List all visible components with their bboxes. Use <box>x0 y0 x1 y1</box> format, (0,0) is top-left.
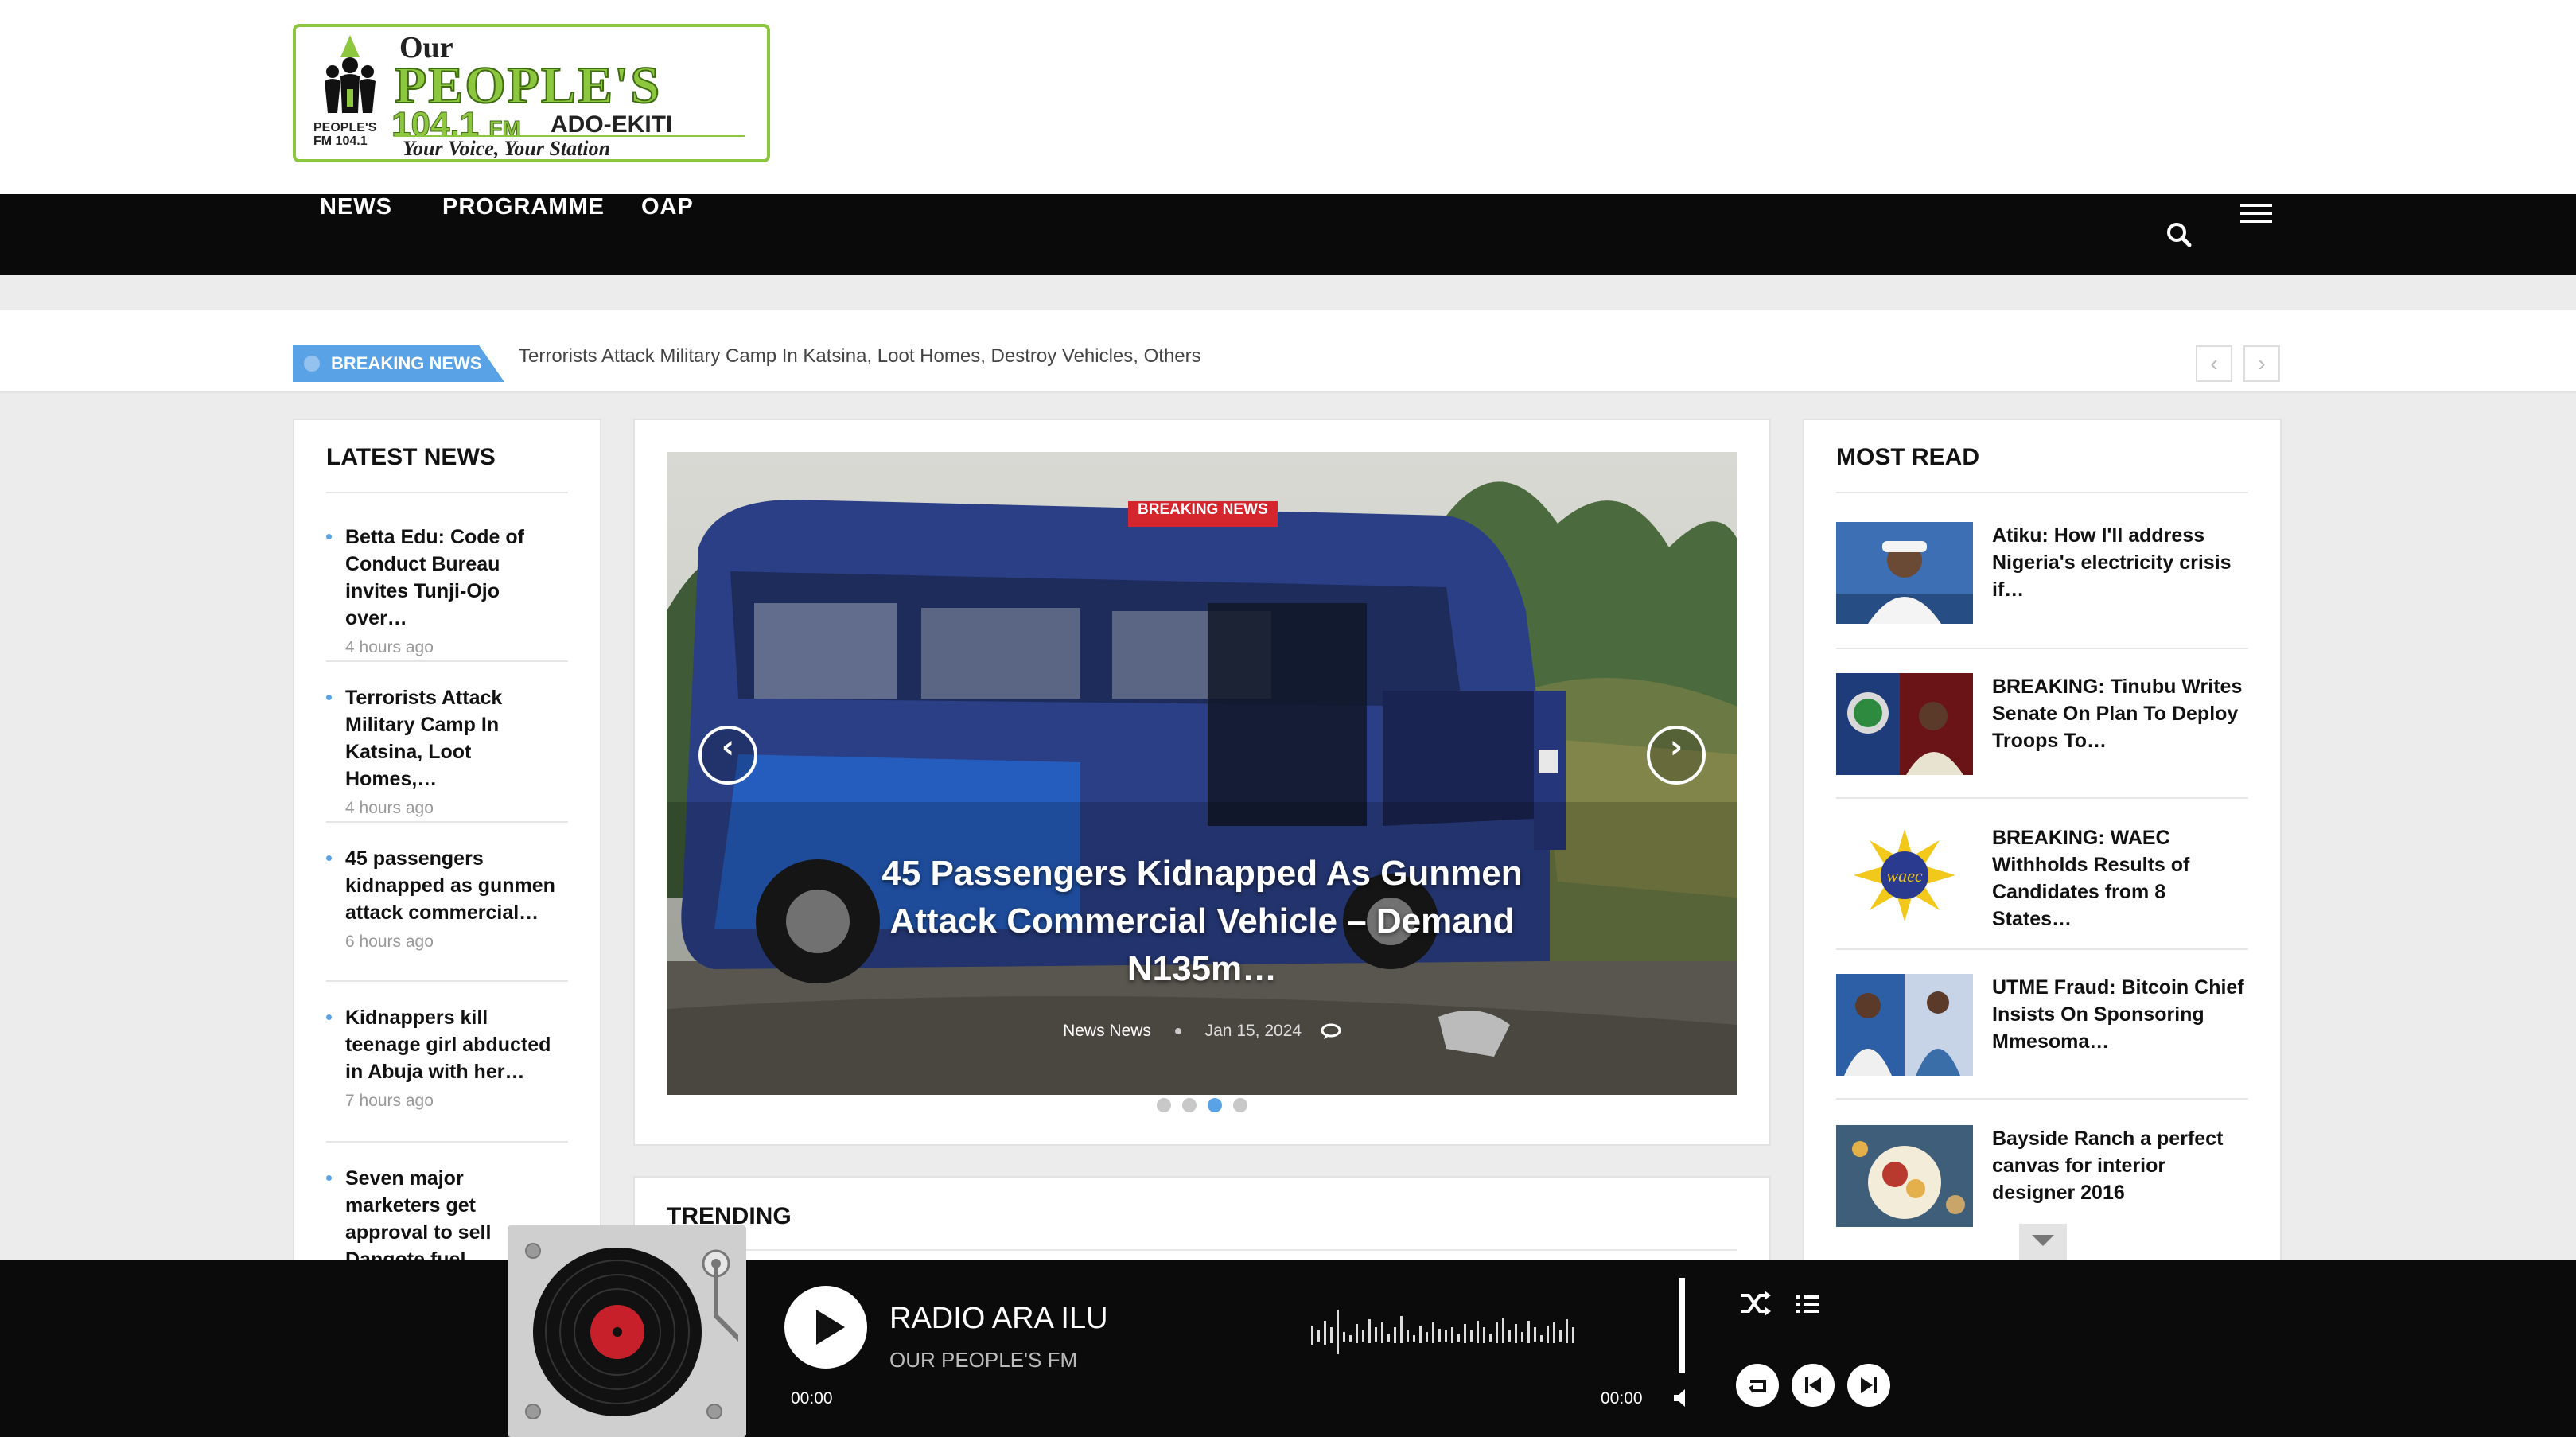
news-title[interactable]: Kidnappers kill teenage girl abducted in… <box>326 1004 557 1085</box>
logo-mini-brand: PEOPLE'S FM 104.1 <box>313 121 377 148</box>
station-title: RADIO ARA ILU <box>889 1302 1108 1335</box>
most-read-thumbnail[interactable] <box>1836 974 1973 1076</box>
site-logo[interactable]: Our PEOPLE'S 104.1 FM ADO-EKITI Your Voi… <box>293 24 770 162</box>
slide-author[interactable]: News News <box>1063 1022 1151 1040</box>
news-time: 4 hours ago <box>345 799 434 817</box>
most-read-thumbnail[interactable]: waec <box>1836 824 1973 926</box>
thumb-tinubu <box>1836 673 1973 775</box>
most-read-title-link[interactable]: BREAKING: Tinubu Writes Senate On Plan T… <box>1992 673 2247 754</box>
most-read-panel: MOST READ Atiku: How I'll address Nigeri… <box>1803 419 2282 1278</box>
nav-item-programme[interactable]: PROGRAMME <box>442 194 605 275</box>
news-time: 7 hours ago <box>345 1092 434 1110</box>
slide-photo <box>667 452 1737 1095</box>
playlist-icon[interactable] <box>1795 1292 1822 1316</box>
latest-news-panel: LATEST NEWS Betta Edu: Code of Conduct B… <box>293 419 601 1278</box>
slide-headline[interactable]: 45 Passengers Kidnapped As Gunmen Attack… <box>826 850 1578 993</box>
news-title[interactable]: Terrorists Attack Military Camp In Katsi… <box>326 684 557 792</box>
most-read-title-link[interactable]: Bayside Ranch a perfect canvas for inter… <box>1992 1125 2247 1206</box>
pulse-dot-icon <box>304 356 320 372</box>
logo-city: ADO-EKITI <box>551 111 673 138</box>
volume-slider[interactable] <box>1679 1278 1685 1373</box>
logo-figures-icon <box>325 35 376 113</box>
most-read-title-link[interactable]: UTME Fraud: Bitcoin Chief Insists On Spo… <box>1992 974 2247 1055</box>
most-read-thumbnail[interactable] <box>1836 673 1973 775</box>
volume-icon[interactable] <box>1671 1386 1691 1410</box>
slider-dot[interactable] <box>1182 1098 1197 1112</box>
most-read-thumbnail[interactable] <box>1836 1125 1973 1227</box>
nav-item-oap[interactable]: OAP <box>641 194 694 275</box>
thumb-utme <box>1836 974 1973 1076</box>
list-item[interactable]: Kidnappers kill teenage girl abducted in… <box>326 1004 557 1111</box>
slide-meta: News News Jan 15, 2024 <box>667 1022 1737 1041</box>
station-subtitle: OUR PEOPLE'S FM <box>889 1348 1078 1372</box>
vinyl-record-icon <box>533 1248 738 1416</box>
divider-strip <box>0 275 2576 310</box>
shuffle-icon[interactable] <box>1737 1289 1772 1318</box>
repeat-icon <box>1749 1380 1766 1394</box>
site-header: Our PEOPLE'S 104.1 FM ADO-EKITI Your Voi… <box>0 0 2576 196</box>
slider-dot[interactable] <box>1157 1098 1171 1112</box>
thumb-bayside <box>1836 1125 1973 1227</box>
slider-dot-active[interactable] <box>1208 1098 1222 1112</box>
breaking-news-label: BREAKING NEWS <box>293 345 504 382</box>
ticker-headline[interactable]: Terrorists Attack Military Camp In Katsi… <box>519 345 1201 368</box>
thumb-atiku <box>1836 522 1973 624</box>
logo-slogan: Your Voice, Your Station <box>403 137 611 160</box>
slider-prev-button[interactable]: ‹ <box>698 726 757 785</box>
waec-badge-text: waec <box>1886 866 1922 886</box>
repeat-button[interactable] <box>1736 1364 1779 1407</box>
comment-icon[interactable] <box>1321 1022 1341 1040</box>
news-title[interactable]: 45 passengers kidnapped as gunmen attack… <box>326 845 557 926</box>
chevron-left-icon: ‹ <box>721 729 735 765</box>
breaking-news-ticker: BREAKING NEWS Terrorists Attack Military… <box>0 310 2576 393</box>
previous-track-button[interactable] <box>1792 1364 1835 1407</box>
chevron-right-icon: › <box>1669 729 1683 765</box>
most-read-title-link[interactable]: Atiku: How I'll address Nigeria's electr… <box>1992 522 2247 603</box>
news-time: 4 hours ago <box>345 638 434 656</box>
slide-image[interactable]: BREAKING NEWS ‹ › 45 Passengers Kidnappe… <box>667 452 1737 1095</box>
next-track-button[interactable] <box>1847 1364 1890 1407</box>
search-icon[interactable] <box>2165 213 2193 255</box>
slider-dot[interactable] <box>1233 1098 1247 1112</box>
audio-player-bar: RADIO ARA ILU OUR PEOPLE'S FM 00:00 00:0… <box>0 1260 2576 1437</box>
play-button[interactable] <box>784 1286 867 1369</box>
hamburger-menu-icon[interactable] <box>2239 199 2274 229</box>
scroll-down-button[interactable] <box>2019 1224 2067 1262</box>
main-navigation: NEWS PROGRAMME OAP <box>0 194 2576 275</box>
slide-date: Jan 15, 2024 <box>1204 1022 1302 1040</box>
slide-category-badge[interactable]: BREAKING NEWS <box>1128 501 1278 527</box>
list-item[interactable]: Terrorists Attack Military Camp In Katsi… <box>326 684 557 818</box>
nav-item-news[interactable]: NEWS <box>320 194 392 275</box>
time-elapsed: 00:00 <box>791 1389 833 1408</box>
waveform-visualizer[interactable] <box>1309 1303 1583 1356</box>
caret-down-icon <box>2032 1235 2054 1246</box>
ticker-next-button[interactable]: › <box>2243 345 2280 382</box>
news-title[interactable]: Betta Edu: Code of Conduct Bureau invite… <box>326 524 557 632</box>
most-read-thumbnail[interactable] <box>1836 522 1973 624</box>
skip-forward-icon <box>1861 1377 1877 1393</box>
turntable-artwork <box>508 1225 746 1437</box>
most-read-title-link[interactable]: BREAKING: WAEC Withholds Results of Cand… <box>1992 824 2247 933</box>
slider-next-button[interactable]: › <box>1647 726 1706 785</box>
ticker-prev-button[interactable]: ‹ <box>2196 345 2232 382</box>
skip-back-icon <box>1805 1377 1821 1393</box>
latest-news-title: LATEST NEWS <box>326 444 496 470</box>
most-read-title: MOST READ <box>1836 444 1979 470</box>
play-icon <box>816 1310 845 1345</box>
news-time: 6 hours ago <box>345 933 434 951</box>
meta-separator-icon <box>1174 1028 1181 1035</box>
thumb-waec: waec <box>1836 824 1973 926</box>
time-total: 00:00 <box>1601 1389 1643 1408</box>
list-item[interactable]: Betta Edu: Code of Conduct Bureau invite… <box>326 524 557 657</box>
list-item[interactable]: 45 passengers kidnapped as gunmen attack… <box>326 845 557 952</box>
